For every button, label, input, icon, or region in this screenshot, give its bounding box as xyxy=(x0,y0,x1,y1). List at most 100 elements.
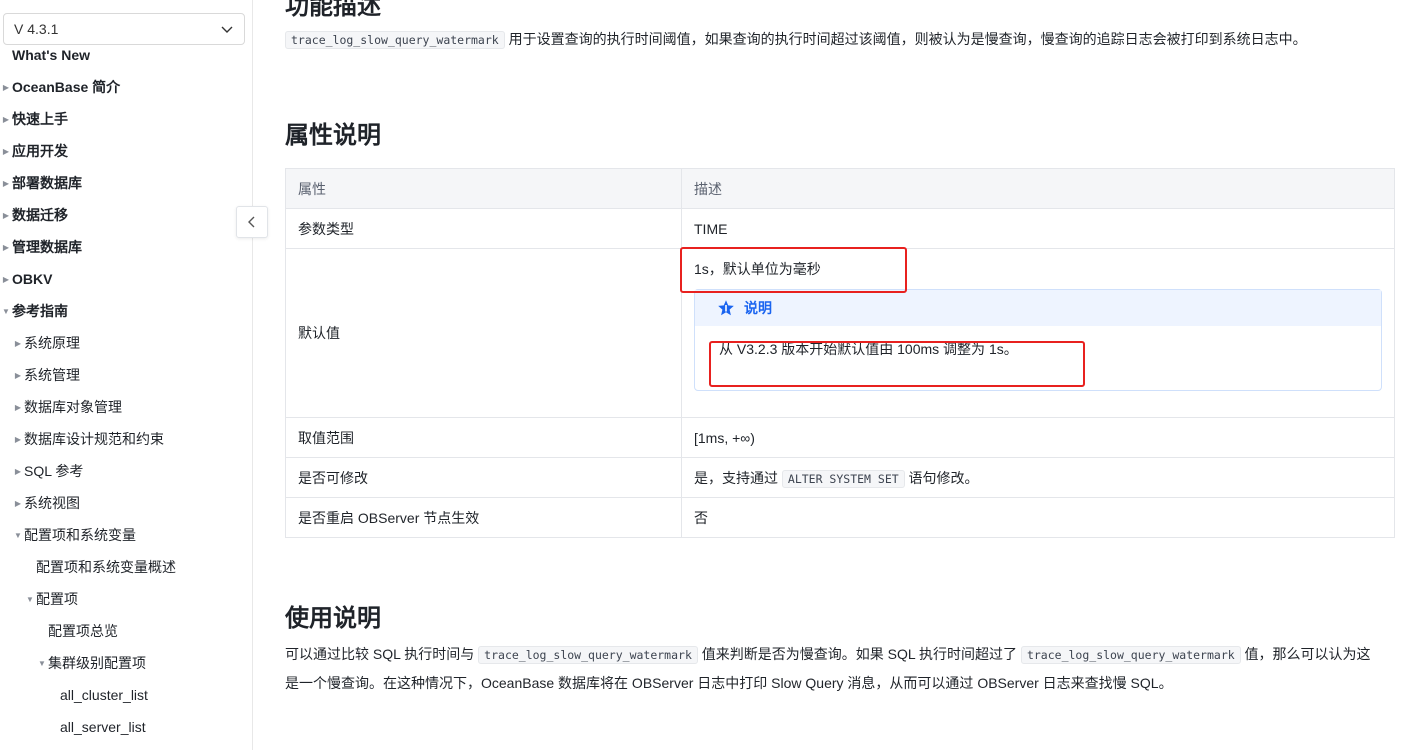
param-name-code: trace_log_slow_query_watermark xyxy=(1020,646,1241,664)
sidebar-item-label: 配置项 xyxy=(36,591,78,607)
caret-right-icon: ▶ xyxy=(2,242,10,252)
table-row: 参数类型 TIME xyxy=(285,208,1395,249)
caret-right-icon: ▶ xyxy=(2,274,10,284)
note-title: 说明 xyxy=(744,300,772,316)
row-value-prefix: 是，支持通过 xyxy=(694,469,782,486)
caret-right-icon: ▶ xyxy=(2,146,10,156)
usage-paragraph: 可以通过比较 SQL 执行时间与 trace_log_slow_query_wa… xyxy=(285,640,1380,697)
caret-down-icon: ▼ xyxy=(2,306,10,316)
version-select[interactable]: V 4.3.1 xyxy=(3,13,245,45)
caret-right-icon: ▶ xyxy=(2,178,10,188)
description-paragraph: trace_log_slow_query_watermark 用于设置查询的执行… xyxy=(285,25,1395,54)
sidebar-item-label: 参考指南 xyxy=(12,303,68,319)
sidebar-item-label: What's New xyxy=(12,47,91,63)
row-label: 是否可修改 xyxy=(285,457,682,498)
section-heading-attributes: 属性说明 xyxy=(285,122,381,149)
section-heading-function: 功能描述 xyxy=(285,0,381,20)
sidebar-item[interactable]: ▶ 管理数据库 xyxy=(0,231,82,263)
table-row: 是否重启 OBServer 节点生效 否 xyxy=(285,497,1395,538)
header-attribute: 属性 xyxy=(285,168,682,209)
sidebar-item-label: 配置项总览 xyxy=(48,623,118,639)
sidebar-item[interactable]: ▼ 配置项 xyxy=(24,583,78,615)
sidebar-item-label: 配置项和系统变量 xyxy=(24,527,136,543)
row-label: 参数类型 xyxy=(285,208,682,249)
collapse-sidebar-button[interactable] xyxy=(236,206,268,238)
sidebar-item-label: 数据迁移 xyxy=(12,207,68,223)
param-name-code: trace_log_slow_query_watermark xyxy=(478,646,698,664)
sidebar-item[interactable]: ▶ 系统管理 xyxy=(12,359,80,391)
table-header-row: 属性 描述 xyxy=(285,168,1395,209)
caret-right-icon: ▶ xyxy=(14,498,22,508)
caret-right-icon: ▶ xyxy=(14,466,22,476)
sidebar-item-label: all_cluster_list xyxy=(60,687,148,703)
version-value: V 4.3.1 xyxy=(14,21,59,37)
sql-command-code: ALTER SYSTEM SET xyxy=(781,469,905,488)
sidebar-item-label: 快速上手 xyxy=(12,111,68,127)
sidebar-item[interactable]: ▶ 数据库对象管理 xyxy=(12,391,122,423)
sidebar-item[interactable]: all_server_list xyxy=(48,711,146,743)
row-value-cell: 是，支持通过 ALTER SYSTEM SET 语句修改。 xyxy=(681,457,1395,498)
caret-right-icon: ▶ xyxy=(2,210,10,220)
sidebar-item[interactable]: ▶ 应用开发 xyxy=(0,135,68,167)
sidebar-item-label: OBKV xyxy=(12,271,53,287)
sidebar-item-label: 数据库对象管理 xyxy=(24,399,122,415)
info-star-icon xyxy=(718,300,734,316)
row-value-suffix: 语句修改。 xyxy=(904,469,979,486)
sidebar-item[interactable]: ▶ 数据库设计规范和约束 xyxy=(12,423,164,455)
sidebar-item-label: 应用开发 xyxy=(12,143,68,159)
sidebar-item-label: 部署数据库 xyxy=(12,175,82,191)
caret-right-icon: ▶ xyxy=(14,434,22,444)
sidebar-item[interactable]: all_cluster_list xyxy=(48,679,148,711)
sidebar-item[interactable]: ▼ 集群级别配置项 xyxy=(36,647,146,679)
row-label: 取值范围 xyxy=(285,417,682,458)
note-header: 说明 xyxy=(695,290,1381,326)
usage-text-2: 值来判断是否为慢查询。如果 SQL 执行时间超过了 xyxy=(697,646,1021,662)
caret-right-icon: ▶ xyxy=(14,402,22,412)
sidebar-item[interactable]: ▶ OBKV xyxy=(0,263,53,295)
caret-down-icon: ▼ xyxy=(38,658,46,668)
section-heading-usage: 使用说明 xyxy=(285,605,381,632)
row-value: TIME xyxy=(681,208,1395,249)
table-row: 取值范围 [1ms, +∞) xyxy=(285,417,1395,458)
row-value: [1ms, +∞) xyxy=(681,417,1395,458)
chevron-down-icon xyxy=(221,26,233,33)
sidebar-item[interactable]: ▶ SQL 参考 xyxy=(12,455,83,487)
header-description: 描述 xyxy=(681,168,1395,209)
sidebar: What's New ▶ OceanBase 简介 ▶ 快速上手 ▶ 应用开发 ▶ 部署数据库 ▶… xyxy=(0,0,253,750)
caret-down-icon: ▼ xyxy=(26,594,34,604)
sidebar-item-label: OceanBase 简介 xyxy=(12,79,121,95)
caret-right-icon: ▶ xyxy=(14,370,22,380)
sidebar-item[interactable]: ▶ 系统视图 xyxy=(12,487,80,519)
row-label: 默认值 xyxy=(285,248,682,418)
sidebar-item[interactable]: ▶ 系统原理 xyxy=(12,327,80,359)
highlight-box-default xyxy=(680,247,907,293)
sidebar-item-label: 配置项和系统变量概述 xyxy=(36,559,176,575)
sidebar-item[interactable]: ▶ 快速上手 xyxy=(0,103,68,135)
highlight-box-note xyxy=(709,341,1085,387)
sidebar-item[interactable]: ▼ 配置项和系统变量 xyxy=(12,519,136,551)
caret-right-icon: ▶ xyxy=(2,114,10,124)
sidebar-item-label: SQL 参考 xyxy=(24,463,84,479)
sidebar-item[interactable]: ▶ OceanBase 简介 xyxy=(0,71,120,103)
caret-right-icon: ▶ xyxy=(2,82,10,92)
param-name-code: trace_log_slow_query_watermark xyxy=(285,31,505,49)
description-text: 用于设置查询的执行时间阈值，如果查询的执行时间超过该阈值，则被认为是慢查询，慢查… xyxy=(504,31,1307,47)
table-row: 是否可修改 是，支持通过 ALTER SYSTEM SET 语句修改。 xyxy=(285,457,1395,498)
sidebar-item[interactable]: 配置项总览 xyxy=(36,615,118,647)
sidebar-item-label: all_server_list xyxy=(60,719,146,735)
sidebar-item[interactable]: ▼ 参考指南 xyxy=(0,295,68,327)
caret-down-icon: ▼ xyxy=(14,530,22,540)
sidebar-item-label: 系统视图 xyxy=(24,495,80,511)
sidebar-item[interactable]: ▶ 数据迁移 xyxy=(0,199,68,231)
usage-text-1: 可以通过比较 SQL 执行时间与 xyxy=(285,646,479,662)
sidebar-item-label: 系统原理 xyxy=(24,335,80,351)
sidebar-item-label: 数据库设计规范和约束 xyxy=(24,431,164,447)
sidebar-item-label: 集群级别配置项 xyxy=(48,655,146,671)
chevron-left-icon xyxy=(248,216,255,228)
sidebar-item[interactable]: 配置项和系统变量概述 xyxy=(24,551,176,583)
sidebar-item-label: 系统管理 xyxy=(24,367,80,383)
sidebar-item-label: 管理数据库 xyxy=(12,239,82,255)
row-value: 否 xyxy=(681,497,1395,538)
sidebar-item[interactable]: ▶ 部署数据库 xyxy=(0,167,82,199)
row-label: 是否重启 OBServer 节点生效 xyxy=(285,497,682,538)
